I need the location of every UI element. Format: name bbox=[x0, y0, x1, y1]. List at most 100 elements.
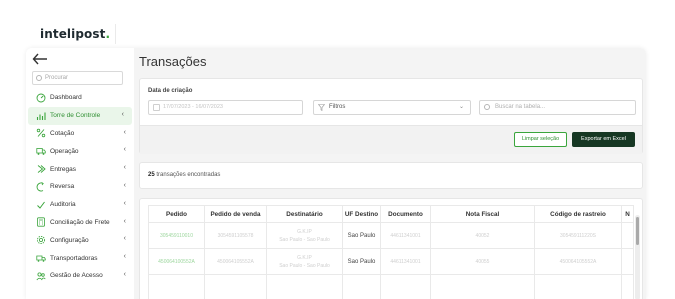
column-header[interactable]: Nota Fiscal bbox=[430, 205, 535, 223]
sidebar-item-conciliacao-de-frete[interactable]: Conciliação de Frete ‹ bbox=[26, 214, 134, 232]
cell-documento: 44611341001 bbox=[380, 248, 431, 275]
cell-uf-destino: Sao Paulo bbox=[342, 222, 381, 249]
table-search-placeholder: Buscar na tabela... bbox=[495, 104, 546, 110]
intelipost-logo[interactable]: intelipost. bbox=[40, 27, 110, 41]
filters-select[interactable]: Filtros ⌄ bbox=[313, 100, 471, 115]
delivery-icon bbox=[36, 164, 46, 174]
cell-codigo-rastreio bbox=[534, 274, 622, 299]
filters-label: Filtros bbox=[329, 104, 346, 110]
sidebar-item-label: Gestão de Acesso bbox=[50, 272, 103, 280]
gear-icon bbox=[36, 235, 46, 245]
table-row[interactable]: 450064100552A 450064105552A G.K.IP Sao Paul… bbox=[148, 248, 634, 275]
back-arrow-icon[interactable] bbox=[32, 52, 48, 65]
sidebar-item-operacao[interactable]: Operação ‹ bbox=[26, 142, 134, 160]
calculator-icon bbox=[36, 217, 46, 228]
sidebar: Procurar Dashboard Torre de Controle ‹ Cota… bbox=[26, 48, 134, 299]
sidebar-item-auditoria[interactable]: Auditoria ‹ bbox=[26, 196, 134, 214]
table-search-input[interactable]: Buscar na tabela... bbox=[479, 100, 636, 115]
sidebar-item-dashboard[interactable]: Dashboard bbox=[26, 89, 134, 107]
sidebar-item-torre-de-controle[interactable]: Torre de Controle ‹ bbox=[28, 106, 132, 125]
sidebar-item-configuracao[interactable]: Configuração ‹ bbox=[26, 231, 134, 249]
page-title: Transações bbox=[139, 54, 207, 69]
cell-extra bbox=[621, 248, 634, 275]
cell-uf-destino bbox=[342, 274, 381, 299]
sidebar-item-label: Conciliação de Frete bbox=[50, 218, 110, 226]
cell-destinatario: G.K.IP Sao Paulo - Sao Paulo bbox=[266, 222, 343, 249]
chart-bars-icon bbox=[36, 111, 46, 121]
cell-pedido[interactable]: 305459110010 bbox=[148, 222, 205, 249]
dashboard-icon bbox=[36, 93, 46, 103]
sidebar-nav: Dashboard Torre de Controle ‹ Cotação ‹ Opera… bbox=[26, 89, 134, 285]
column-header[interactable]: N bbox=[621, 205, 634, 223]
chevron-left-icon: ‹ bbox=[123, 235, 126, 243]
top-bar: intelipost. bbox=[0, 0, 675, 48]
cell-codigo-rastreio: 450064105552A bbox=[534, 248, 622, 275]
table-scrollbar[interactable] bbox=[635, 215, 640, 299]
cell-pedido[interactable] bbox=[148, 274, 205, 299]
search-icon bbox=[484, 104, 490, 110]
cell-extra bbox=[621, 222, 634, 249]
cell-destinatario bbox=[266, 274, 343, 299]
app-frame: Procurar Dashboard Torre de Controle ‹ Cota… bbox=[26, 48, 646, 299]
column-header[interactable]: Pedido de venda bbox=[204, 205, 267, 223]
sidebar-item-label: Transportadoras bbox=[50, 254, 98, 262]
sidebar-search-input[interactable]: Procurar bbox=[32, 71, 123, 85]
chevron-left-icon: ‹ bbox=[123, 199, 126, 207]
column-header[interactable]: Pedido bbox=[148, 205, 205, 223]
sidebar-item-entregas[interactable]: Entregas ‹ bbox=[26, 160, 134, 178]
sidebar-item-cotacao[interactable]: Cotação ‹ bbox=[26, 125, 134, 143]
table-row[interactable] bbox=[148, 274, 634, 299]
date-range-input[interactable]: 17/07/2023 - 16/07/2023 bbox=[148, 100, 303, 115]
column-header[interactable]: Documento bbox=[380, 205, 431, 223]
chevron-left-icon: ‹ bbox=[123, 217, 126, 225]
transactions-table-card: Pedido Pedido de venda Destinatário UF Dest… bbox=[139, 198, 643, 299]
sidebar-item-label: Operação bbox=[50, 147, 79, 155]
search-icon bbox=[36, 75, 42, 81]
results-count-text: transações encontradas bbox=[156, 172, 221, 178]
cell-pedido-venda: 3054591105578 bbox=[204, 222, 267, 249]
results-count: 25 transações encontradas bbox=[139, 162, 643, 189]
cell-extra bbox=[621, 274, 634, 299]
chevron-left-icon: ‹ bbox=[123, 146, 126, 154]
calendar-icon bbox=[153, 104, 160, 111]
sidebar-item-label: Entregas bbox=[50, 165, 77, 173]
reverse-icon bbox=[36, 182, 46, 192]
filter-footer: Limpar seleção Exportar em Excel bbox=[140, 125, 642, 154]
export-excel-button[interactable]: Exportar em Excel bbox=[572, 132, 635, 147]
sidebar-item-label: Configuração bbox=[50, 236, 89, 244]
column-header[interactable]: UF Destino bbox=[342, 205, 381, 223]
filter-icon bbox=[317, 104, 326, 112]
sidebar-item-gestao-de-acesso[interactable]: Gestão de Acesso ‹ bbox=[26, 267, 134, 285]
sidebar-item-reversa[interactable]: Reversa ‹ bbox=[26, 178, 134, 196]
cell-uf-destino: Sao Paulo bbox=[342, 248, 381, 275]
sidebar-item-label: Auditoria bbox=[50, 201, 76, 209]
table-row[interactable]: 305459110010 3054591105578 G.K.IP Sao Paulo… bbox=[148, 222, 634, 249]
sidebar-search-placeholder: Procurar bbox=[45, 75, 69, 81]
chevron-down-icon: ⌄ bbox=[458, 104, 464, 110]
cell-destinatario: G.K.IP Sao Paulo - Sao Paulo bbox=[266, 248, 343, 275]
chevron-left-icon: ‹ bbox=[123, 181, 126, 189]
chevron-left-icon: ‹ bbox=[123, 270, 126, 278]
main-content: Transações Data de criação 17/07/2023 - … bbox=[134, 48, 646, 299]
sidebar-item-label: Reversa bbox=[50, 183, 75, 191]
carrier-icon bbox=[36, 253, 46, 263]
percent-icon bbox=[36, 128, 46, 138]
chevron-left-icon: ‹ bbox=[123, 253, 126, 261]
destinatario-city: Sao Paulo - Sao Paulo bbox=[279, 236, 330, 243]
cell-pedido-venda: 450064105552A bbox=[204, 248, 267, 275]
top-bar-divider bbox=[115, 24, 116, 44]
transactions-table: Pedido Pedido de venda Destinatário UF Dest… bbox=[148, 205, 634, 299]
filter-panel: Data de criação 17/07/2023 - 16/07/2023 … bbox=[139, 78, 643, 154]
cell-pedido[interactable]: 450064100552A bbox=[148, 248, 205, 275]
scrollbar-thumb[interactable] bbox=[636, 217, 639, 245]
column-header[interactable]: Destinatário bbox=[266, 205, 343, 223]
cell-codigo-rastreio: 305459111220S bbox=[534, 222, 622, 249]
cell-nota-fiscal: 40055 bbox=[430, 248, 535, 275]
clear-selection-button[interactable]: Limpar seleção bbox=[514, 132, 567, 147]
sidebar-item-label: Cotação bbox=[50, 129, 75, 137]
column-header[interactable]: Código de rastreio bbox=[534, 205, 622, 223]
date-range-value: 17/07/2023 - 16/07/2023 bbox=[163, 104, 223, 110]
date-label: Data de criação bbox=[148, 88, 193, 94]
cell-pedido-venda bbox=[204, 274, 267, 299]
sidebar-item-transportadoras[interactable]: Transportadoras ‹ bbox=[26, 249, 134, 267]
